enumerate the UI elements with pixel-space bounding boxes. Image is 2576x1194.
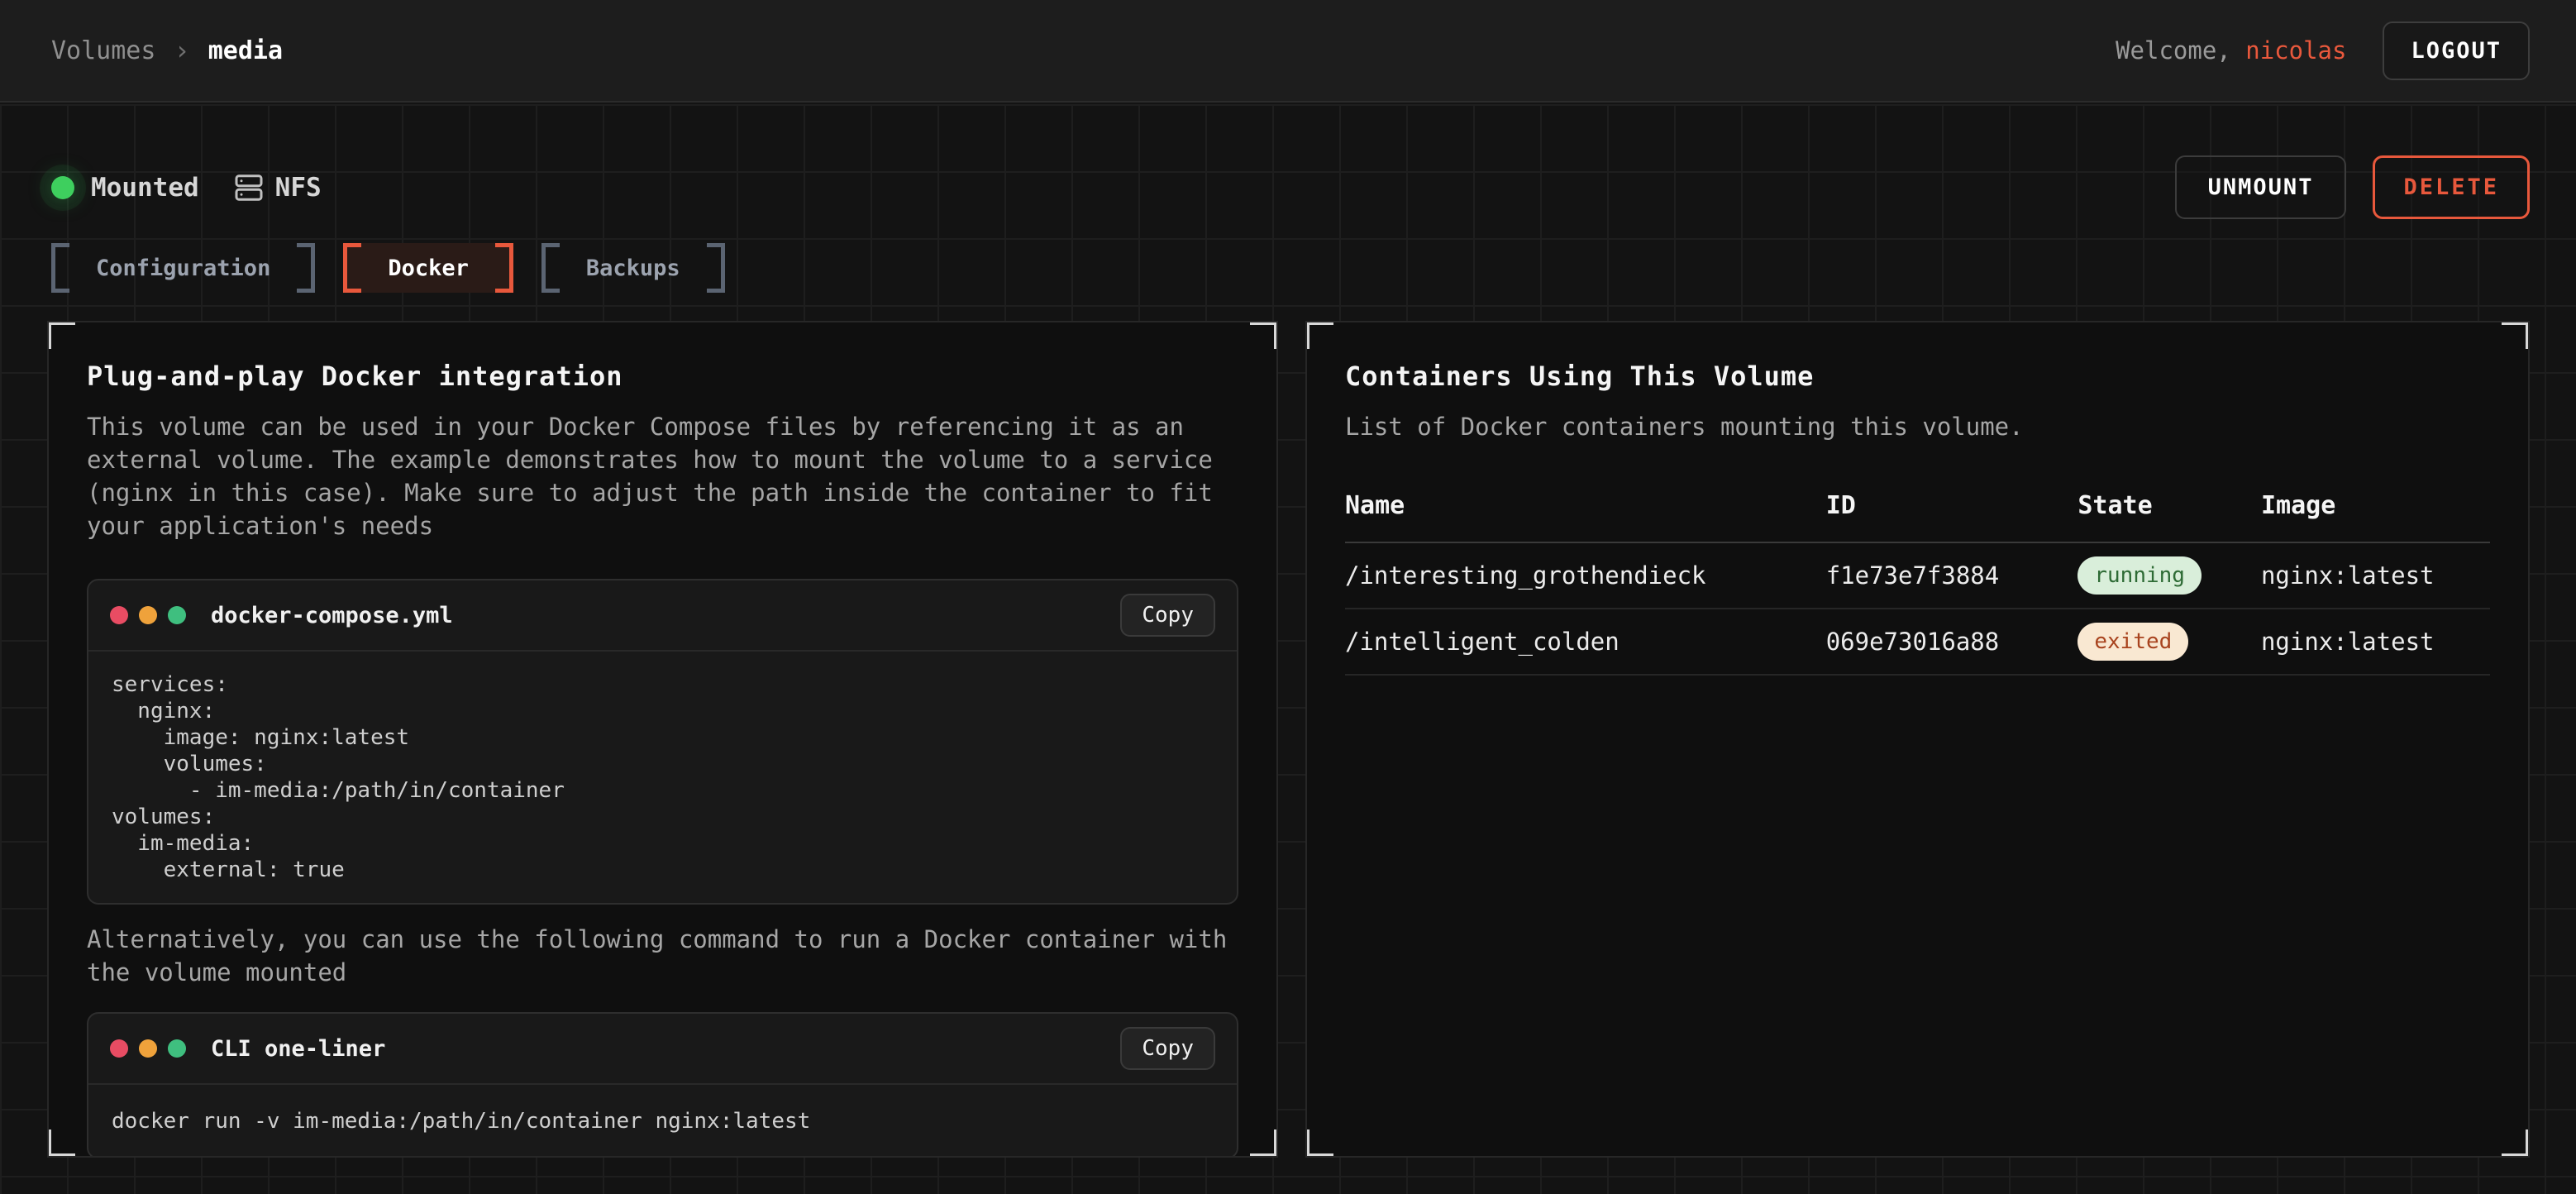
panel-corner-bracket bbox=[1305, 1130, 1333, 1158]
column-header-image: Image bbox=[2261, 480, 2490, 542]
window-dot-amber-icon bbox=[139, 1039, 157, 1058]
state-badge-running: running bbox=[2077, 556, 2202, 595]
window-dots bbox=[110, 1039, 186, 1058]
tab-configuration-label: Configuration bbox=[69, 243, 297, 293]
welcome-text: Welcome, nicolas bbox=[2116, 36, 2346, 64]
containers-panel: Containers Using This Volume List of Doc… bbox=[1305, 321, 2530, 1158]
container-name-cell: /interesting_grothendieck bbox=[1345, 542, 1826, 609]
server-icon bbox=[234, 173, 264, 203]
volume-action-buttons: UNMOUNT DELETE bbox=[2175, 155, 2530, 219]
compose-copy-button[interactable]: Copy bbox=[1120, 594, 1215, 637]
docker-integration-panel: Plug-and-play Docker integration This vo… bbox=[47, 321, 1278, 1158]
compose-code-block-header: docker-compose.yml Copy bbox=[88, 580, 1237, 650]
container-name-cell: /intelligent_colden bbox=[1345, 609, 1826, 675]
compose-code-block: docker-compose.yml Copy services: nginx:… bbox=[87, 579, 1238, 905]
panels-container: Plug-and-play Docker integration This vo… bbox=[47, 321, 2530, 1158]
containers-panel-subtitle: List of Docker containers mounting this … bbox=[1345, 410, 2490, 443]
breadcrumb: Volumes › media bbox=[51, 35, 283, 66]
topbar: Volumes › media Welcome, nicolas LOGOUT bbox=[0, 0, 2576, 103]
panel-corner-bracket bbox=[1250, 1130, 1278, 1158]
container-id-cell: 069e73016a88 bbox=[1826, 609, 2078, 675]
table-row: /intelligent_colden 069e73016a88 exited … bbox=[1345, 609, 2490, 675]
containers-table-header-row: Name ID State Image bbox=[1345, 480, 2490, 542]
state-badge-exited: exited bbox=[2077, 623, 2188, 661]
breadcrumb-separator-icon: › bbox=[174, 35, 189, 66]
containers-table: Name ID State Image /interesting_grothen… bbox=[1345, 480, 2490, 676]
tab-backups[interactable]: Backups bbox=[541, 243, 725, 293]
container-state-cell: running bbox=[2077, 542, 2261, 609]
container-image-cell: nginx:latest bbox=[2261, 542, 2490, 609]
username-text: nicolas bbox=[2245, 36, 2346, 64]
compose-code: services: nginx: image: nginx:latest vol… bbox=[88, 650, 1237, 903]
window-dot-green-icon bbox=[168, 606, 186, 624]
breadcrumb-volumes-link[interactable]: Volumes bbox=[51, 36, 155, 65]
compose-filename: docker-compose.yml bbox=[211, 603, 453, 628]
panel-corner-bracket bbox=[2502, 1130, 2530, 1158]
window-dot-green-icon bbox=[168, 1039, 186, 1058]
window-dot-red-icon bbox=[110, 606, 128, 624]
container-state-cell: exited bbox=[2077, 609, 2261, 675]
column-header-name: Name bbox=[1345, 480, 1826, 542]
mounted-status-label: Mounted bbox=[91, 173, 199, 203]
column-header-id: ID bbox=[1826, 480, 2078, 542]
panel-corner-bracket bbox=[47, 1130, 75, 1158]
container-image-cell: nginx:latest bbox=[2261, 609, 2490, 675]
breadcrumb-current-volume: media bbox=[208, 36, 283, 65]
main-content: Mounted NFS UNMOUNT DELETE Configuration… bbox=[0, 104, 2576, 1194]
driver-type-label: NFS bbox=[275, 173, 322, 203]
window-dots bbox=[110, 606, 186, 624]
containers-panel-title: Containers Using This Volume bbox=[1345, 361, 2490, 392]
panel-corner-bracket bbox=[47, 321, 75, 349]
topbar-right: Welcome, nicolas LOGOUT bbox=[2116, 21, 2530, 80]
delete-button[interactable]: DELETE bbox=[2373, 155, 2530, 219]
docker-panel-description: This volume can be used in your Docker C… bbox=[87, 410, 1238, 542]
panel-corner-bracket bbox=[2502, 321, 2530, 349]
tab-configuration[interactable]: Configuration bbox=[51, 243, 315, 293]
cli-copy-button[interactable]: Copy bbox=[1120, 1027, 1215, 1070]
unmount-button[interactable]: UNMOUNT bbox=[2175, 155, 2347, 219]
window-dot-red-icon bbox=[110, 1039, 128, 1058]
column-header-state: State bbox=[2077, 480, 2261, 542]
tab-docker[interactable]: Docker bbox=[343, 243, 513, 293]
docker-panel-title: Plug-and-play Docker integration bbox=[87, 361, 1238, 392]
cli-intro-text: Alternatively, you can use the following… bbox=[87, 923, 1238, 989]
mounted-status-dot-icon bbox=[51, 176, 74, 199]
panel-corner-bracket bbox=[1250, 321, 1278, 349]
panel-corner-bracket bbox=[1305, 321, 1333, 349]
driver-indicator: NFS bbox=[234, 173, 322, 203]
volume-tabs: Configuration Docker Backups bbox=[51, 243, 725, 293]
welcome-prefix: Welcome, bbox=[2116, 36, 2231, 64]
cli-code: docker run -v im-media:/path/in/containe… bbox=[88, 1083, 1237, 1158]
container-id-cell: f1e73e7f3884 bbox=[1826, 542, 2078, 609]
volume-status-row: Mounted NFS UNMOUNT DELETE bbox=[51, 155, 2530, 219]
logout-button[interactable]: LOGOUT bbox=[2383, 21, 2530, 80]
tab-backups-label: Backups bbox=[560, 243, 707, 293]
cli-filename: CLI one-liner bbox=[211, 1036, 385, 1062]
table-row: /interesting_grothendieck f1e73e7f3884 r… bbox=[1345, 542, 2490, 609]
cli-code-block: CLI one-liner Copy docker run -v im-medi… bbox=[87, 1012, 1238, 1158]
window-dot-amber-icon bbox=[139, 606, 157, 624]
tab-docker-label: Docker bbox=[361, 243, 495, 293]
cli-code-block-header: CLI one-liner Copy bbox=[88, 1014, 1237, 1083]
